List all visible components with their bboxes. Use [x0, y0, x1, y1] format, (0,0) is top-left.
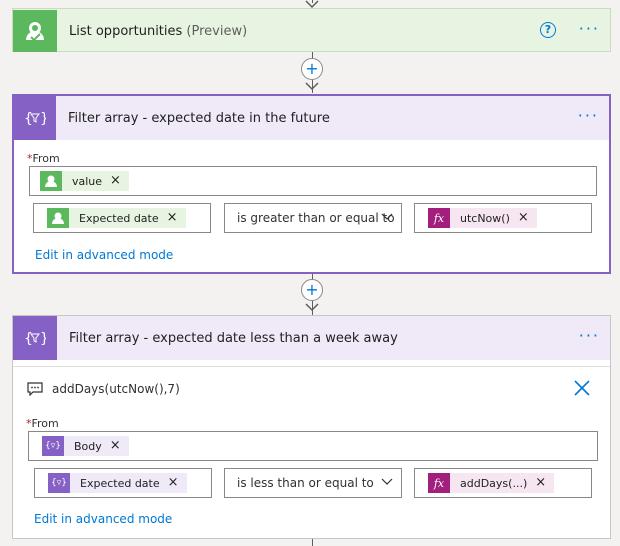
- edit-advanced-mode-link[interactable]: Edit in advanced mode: [35, 248, 173, 262]
- svg-text:{: {: [24, 331, 33, 347]
- connector-arrow: [305, 303, 319, 312]
- more-options-icon[interactable]: ···: [579, 328, 600, 344]
- insert-step-button[interactable]: +: [301, 58, 323, 80]
- remove-token-icon[interactable]: ×: [168, 476, 179, 489]
- from-label: *From: [27, 152, 60, 165]
- left-value-input[interactable]: {▿} Expected date ×: [34, 468, 212, 498]
- filter-array-icon: {▿}: [48, 473, 70, 493]
- insert-step-button[interactable]: +: [301, 279, 323, 301]
- from-input[interactable]: {▿} Body ×: [28, 431, 598, 461]
- list-opportunities-card[interactable]: List opportunities (Preview) ? ···: [12, 8, 611, 52]
- filter-array-icon: {▿}: [42, 436, 64, 456]
- connector-line: [312, 539, 313, 546]
- card-title: Filter array - expected date in the futu…: [68, 110, 330, 126]
- comment-icon: [27, 382, 43, 396]
- dynamics-connector-icon: [13, 10, 57, 52]
- close-icon[interactable]: [574, 380, 590, 396]
- right-value-input[interactable]: fx utcNow() ×: [414, 203, 592, 233]
- dynamics-connector-icon: [40, 171, 62, 191]
- filter-array-icon: {}: [14, 96, 56, 140]
- function-icon: fx: [428, 473, 450, 493]
- remove-token-icon[interactable]: ×: [110, 174, 121, 187]
- remove-token-icon[interactable]: ×: [518, 211, 529, 224]
- from-input[interactable]: value ×: [29, 166, 597, 196]
- dynamic-content-token[interactable]: {▿} Expected date ×: [48, 473, 187, 493]
- dynamics-connector-icon: [47, 208, 69, 228]
- question-circle-icon[interactable]: ?: [540, 22, 556, 38]
- card-title: Filter array - expected date less than a…: [69, 330, 398, 346]
- svg-text:}: }: [40, 111, 46, 127]
- operator-select[interactable]: is less than or equal to: [224, 468, 402, 498]
- dynamic-content-token[interactable]: value ×: [40, 171, 129, 191]
- remove-token-icon[interactable]: ×: [535, 476, 546, 489]
- expression-token[interactable]: fx utcNow() ×: [428, 208, 537, 228]
- expression-token[interactable]: fx addDays(...) ×: [428, 473, 555, 493]
- svg-text:}: }: [40, 331, 46, 347]
- left-value-input[interactable]: Expected date ×: [33, 203, 211, 233]
- comment-text[interactable]: addDays(utcNow(),7): [52, 382, 180, 396]
- right-value-input[interactable]: fx addDays(...) ×: [414, 468, 592, 498]
- from-label: *From: [26, 417, 59, 430]
- operator-select[interactable]: is greater than or equal to: [224, 203, 402, 233]
- divider: [13, 366, 610, 367]
- filter-array-icon: {}: [13, 316, 57, 360]
- card-title: List opportunities (Preview): [69, 23, 248, 39]
- edit-advanced-mode-link[interactable]: Edit in advanced mode: [34, 512, 172, 526]
- more-options-icon[interactable]: ···: [579, 21, 600, 37]
- chevron-down-icon: [381, 213, 393, 220]
- remove-token-icon[interactable]: ×: [110, 439, 121, 452]
- connector-arrow: [305, 82, 319, 91]
- dynamic-content-token[interactable]: {▿} Body ×: [42, 436, 129, 456]
- filter-array-card-2[interactable]: {} Filter array - expected date less tha…: [12, 315, 611, 539]
- svg-text:{: {: [24, 111, 33, 127]
- chevron-down-icon: [381, 478, 393, 485]
- dynamic-content-token[interactable]: Expected date ×: [47, 208, 186, 228]
- more-options-icon[interactable]: ···: [578, 108, 599, 124]
- filter-array-card-1[interactable]: {} Filter array - expected date in the f…: [12, 94, 611, 274]
- remove-token-icon[interactable]: ×: [167, 211, 178, 224]
- function-icon: fx: [428, 208, 450, 228]
